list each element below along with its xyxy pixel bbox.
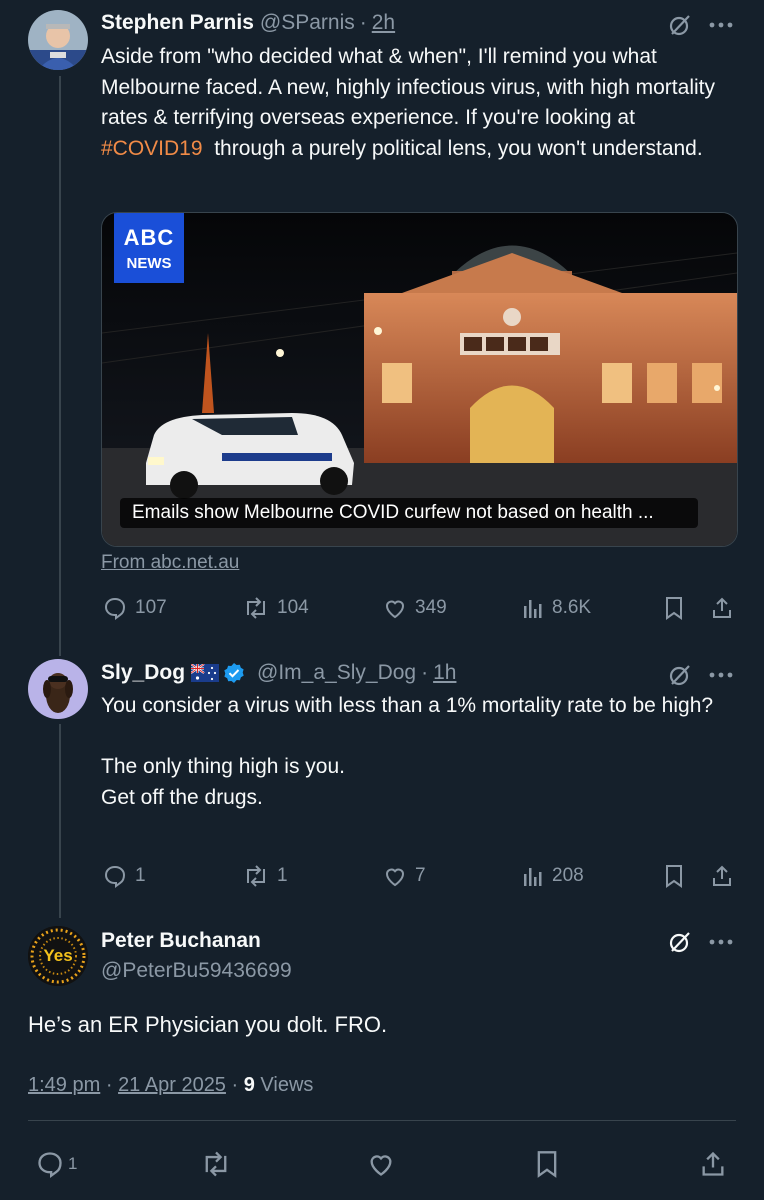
reply-count: 1 xyxy=(135,865,146,886)
repost-count: 104 xyxy=(277,597,309,618)
timestamp[interactable]: 2h xyxy=(372,11,395,35)
hashtag-link[interactable]: #COVID19 xyxy=(101,137,203,160)
view-count: 208 xyxy=(552,865,584,886)
separator: · xyxy=(231,1074,239,1096)
bookmark-button[interactable] xyxy=(664,596,684,620)
reply-button[interactable]: 1 xyxy=(103,864,146,888)
grok-icon[interactable] xyxy=(668,930,692,954)
tweet-header: Peter Buchanan xyxy=(101,929,261,953)
tweet-meta: 1:49 pm · 21 Apr 2025 · 9 Views xyxy=(28,1074,313,1097)
reply-button[interactable]: 1 xyxy=(36,1150,77,1178)
australia-flag-icon xyxy=(191,664,220,682)
avatar-peter-buchanan[interactable]: Yes xyxy=(28,926,88,986)
like-count: 7 xyxy=(415,865,426,886)
tweet-time[interactable]: 1:49 pm xyxy=(28,1074,100,1096)
card-image xyxy=(102,213,737,546)
abc-logo-mark: ABC xyxy=(123,225,175,250)
views-label: Views xyxy=(260,1074,314,1096)
separator: · xyxy=(105,1074,113,1096)
like-button[interactable]: 349 xyxy=(383,596,447,620)
thread-line xyxy=(59,76,61,656)
avatar-yes-text: Yes xyxy=(43,946,73,965)
author-handle[interactable]: @SParnis xyxy=(260,11,355,35)
share-icon xyxy=(713,865,731,886)
repost-icon xyxy=(247,865,265,887)
more-icon[interactable] xyxy=(709,672,733,678)
avatar-stephen-parnis[interactable] xyxy=(28,10,88,70)
share-icon xyxy=(702,1151,724,1176)
repost-icon xyxy=(205,1151,227,1177)
tweet-header: Sly_Dog @Im_a_Sly_Dog · 1h xyxy=(101,661,456,685)
tweet-header: Stephen Parnis @SParnis · 2h xyxy=(101,11,395,35)
repost-button[interactable]: 1 xyxy=(243,864,288,888)
card-source[interactable]: From abc.net.au xyxy=(101,552,239,574)
separator: · xyxy=(421,661,429,684)
heart-icon xyxy=(385,868,405,887)
author-name[interactable]: Stephen Parnis xyxy=(101,11,254,35)
avatar-sly-dog[interactable] xyxy=(28,659,88,719)
more-icon[interactable] xyxy=(709,22,733,28)
thread-line xyxy=(59,724,61,918)
heart-icon xyxy=(385,600,405,619)
author-handle-row: @PeterBu59436699 xyxy=(101,959,292,983)
grok-icon[interactable] xyxy=(668,663,692,687)
repost-button[interactable]: 104 xyxy=(243,596,309,620)
more-icon[interactable] xyxy=(709,939,733,945)
author-handle[interactable]: @PeterBu59436699 xyxy=(101,959,292,983)
reply-button[interactable]: 107 xyxy=(103,596,167,620)
link-card[interactable]: ABC NEWS Emails show Melbourne COVID cur… xyxy=(101,212,738,547)
repost-icon xyxy=(247,597,265,619)
author-handle[interactable]: @Im_a_Sly_Dog xyxy=(257,661,416,685)
views-icon xyxy=(524,600,542,618)
repost-count: 1 xyxy=(277,865,288,886)
views-button[interactable]: 208 xyxy=(522,864,584,888)
card-caption: Emails show Melbourne COVID curfew not b… xyxy=(120,498,698,528)
views-count: 9 xyxy=(243,1074,255,1096)
tweet-text-part: through a purely political lens, you won… xyxy=(202,136,703,160)
divider xyxy=(28,1120,736,1121)
bookmark-icon xyxy=(537,1151,557,1178)
repost-button[interactable] xyxy=(201,1150,231,1178)
tweet-text: You consider a virus with less than a 1%… xyxy=(101,691,741,813)
abc-logo-news: NEWS xyxy=(126,255,172,272)
tweet-text: He’s an ER Physician you dolt. FRO. xyxy=(28,1012,388,1037)
like-button[interactable] xyxy=(367,1150,395,1178)
grok-icon[interactable] xyxy=(668,13,692,37)
like-count: 349 xyxy=(415,597,447,618)
reply-count: 1 xyxy=(68,1154,78,1173)
bookmark-icon xyxy=(666,865,682,888)
reply-icon xyxy=(104,865,126,888)
tweet-text-line: You consider a virus with less than a 1%… xyxy=(101,694,714,717)
tweet-text-line: Get off the drugs. xyxy=(101,785,263,809)
timestamp[interactable]: 1h xyxy=(433,661,456,685)
share-button[interactable] xyxy=(710,596,734,620)
author-name[interactable]: Sly_Dog xyxy=(101,661,185,685)
reply-count: 107 xyxy=(135,597,167,618)
views-button[interactable]: 8.6K xyxy=(522,596,591,620)
heart-icon xyxy=(370,1155,392,1176)
author-name[interactable]: Peter Buchanan xyxy=(101,929,261,953)
share-icon xyxy=(713,597,731,618)
bookmark-icon xyxy=(666,597,682,620)
abc-news-logo: ABC NEWS xyxy=(114,213,184,283)
verified-badge-icon[interactable] xyxy=(223,662,245,684)
tweet-date[interactable]: 21 Apr 2025 xyxy=(118,1074,226,1096)
tweet-text-part: Aside from "who decided what & when", I'… xyxy=(101,45,715,129)
separator: · xyxy=(359,11,367,34)
views-icon xyxy=(524,868,542,886)
tweet-text-line: The only thing high is you. xyxy=(101,755,345,778)
view-count: 8.6K xyxy=(552,597,592,618)
bookmark-button[interactable] xyxy=(664,864,684,888)
share-button[interactable] xyxy=(710,864,734,888)
bookmark-button[interactable] xyxy=(535,1150,559,1178)
reply-icon xyxy=(104,597,126,620)
like-button[interactable]: 7 xyxy=(383,864,426,888)
share-button[interactable] xyxy=(699,1150,727,1178)
tweet-text: Aside from "who decided what & when", I'… xyxy=(101,42,731,164)
reply-icon xyxy=(38,1152,62,1178)
